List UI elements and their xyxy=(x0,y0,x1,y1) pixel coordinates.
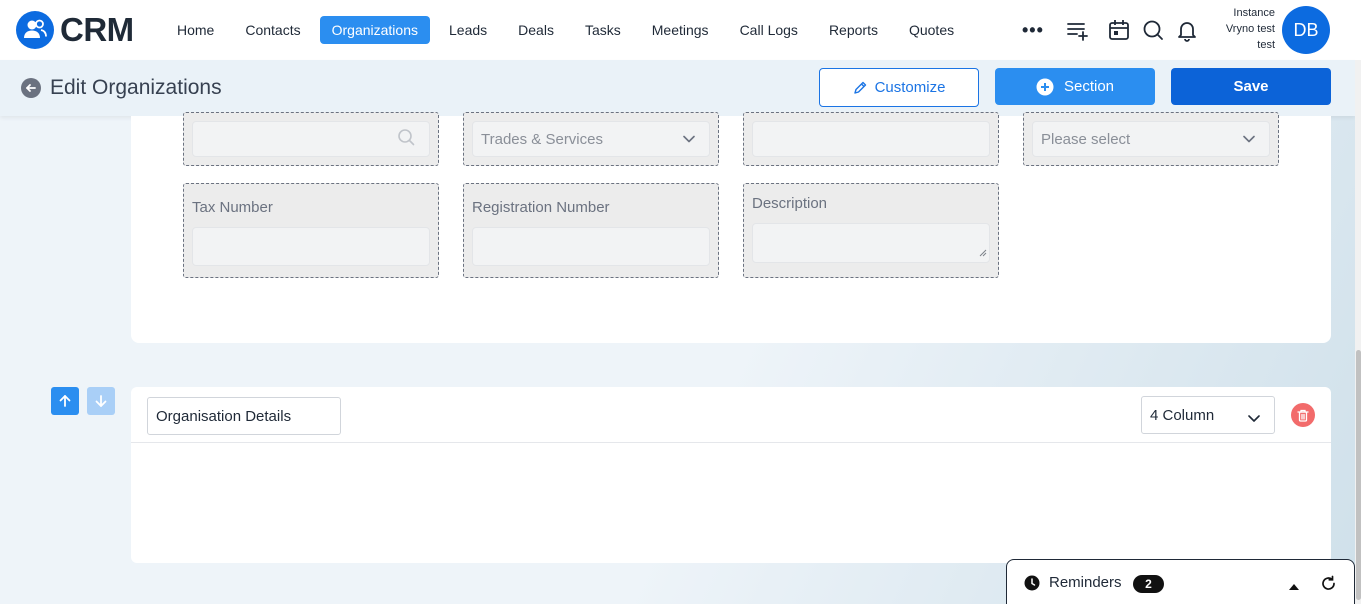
nav-tasks[interactable]: Tasks xyxy=(573,16,633,44)
reminders-label: Reminders xyxy=(1049,574,1122,591)
tax-number-input[interactable] xyxy=(192,227,430,266)
section-header: Organisation Details 4 Column xyxy=(131,387,1331,443)
chevron-down-icon xyxy=(683,131,695,148)
chevron-down-icon xyxy=(1248,410,1260,427)
move-down-button[interactable] xyxy=(87,387,115,415)
caret-up-icon[interactable] xyxy=(1288,578,1300,596)
plus-circle-icon xyxy=(1036,78,1054,95)
nav-leads[interactable]: Leads xyxy=(437,16,499,44)
bell-icon[interactable] xyxy=(1175,18,1199,42)
clock-icon xyxy=(1024,575,1040,596)
tax-number-field[interactable]: Tax Number xyxy=(183,183,439,278)
description-textarea[interactable] xyxy=(752,223,990,263)
registration-number-label: Registration Number xyxy=(472,199,610,216)
page-title: Edit Organizations xyxy=(50,76,222,99)
please-select-value: Please select xyxy=(1041,130,1131,148)
nav-contacts[interactable]: Contacts xyxy=(233,16,312,44)
registration-number-field[interactable]: Registration Number xyxy=(463,183,719,278)
refresh-icon[interactable] xyxy=(1320,575,1337,597)
field-box[interactable] xyxy=(743,112,999,166)
field-box[interactable]: Please select xyxy=(1023,112,1279,166)
reminders-count-badge: 2 xyxy=(1133,575,1164,593)
calendar-icon[interactable] xyxy=(1107,18,1131,42)
section-label: Section xyxy=(1063,78,1115,95)
text-input[interactable] xyxy=(752,121,990,157)
instance-line-1: Instance xyxy=(1233,7,1275,19)
logo-text: CRM xyxy=(60,11,134,48)
description-label: Description xyxy=(752,195,828,212)
customize-button[interactable]: Customize xyxy=(819,68,979,107)
instance-line-3: test xyxy=(1257,39,1275,51)
top-navbar: CRM Home Contacts Organizations Leads De… xyxy=(0,0,1361,60)
nav-deals[interactable]: Deals xyxy=(506,16,566,44)
column-count-select[interactable]: 4 Column xyxy=(1141,396,1275,434)
industry-value: Trades & Services xyxy=(481,130,603,148)
main-nav: Home Contacts Organizations Leads Deals … xyxy=(165,16,973,44)
section-card: Organisation Details 4 Column xyxy=(131,387,1331,563)
user-avatar[interactable]: DB xyxy=(1282,6,1330,54)
nav-reports[interactable]: Reports xyxy=(817,16,890,44)
field-box[interactable]: Trades & Services xyxy=(463,112,719,166)
field-box[interactable] xyxy=(183,112,439,166)
arrow-up-icon xyxy=(59,395,71,407)
instance-info: Instance Vryno test test xyxy=(1205,5,1275,53)
trash-icon xyxy=(1297,409,1309,422)
chevron-down-icon xyxy=(1243,131,1255,148)
description-field[interactable]: Description xyxy=(743,183,999,278)
save-button[interactable]: Save xyxy=(1171,68,1331,105)
pencil-icon xyxy=(853,81,866,94)
back-icon[interactable] xyxy=(21,78,41,98)
please-select-dropdown[interactable]: Please select xyxy=(1032,121,1270,157)
arrow-down-icon xyxy=(95,395,107,407)
tax-number-label: Tax Number xyxy=(192,199,273,216)
nav-meetings[interactable]: Meetings xyxy=(640,16,721,44)
crm-logo[interactable]: CRM xyxy=(16,11,134,49)
lookup-input[interactable] xyxy=(192,121,430,157)
customize-label: Customize xyxy=(874,79,946,96)
add-section-button[interactable]: Section xyxy=(995,68,1155,105)
industry-select[interactable]: Trades & Services xyxy=(472,121,710,157)
instance-line-2: Vryno test xyxy=(1225,23,1275,35)
reminders-panel[interactable]: Reminders 2 xyxy=(1006,559,1355,604)
nav-quotes[interactable]: Quotes xyxy=(897,16,966,44)
page-header: Edit Organizations Customize Section Sav… xyxy=(0,60,1355,116)
scrollbar-thumb[interactable] xyxy=(1356,350,1361,600)
search-icon[interactable] xyxy=(1141,18,1165,42)
column-count-value: 4 Column xyxy=(1150,406,1215,424)
registration-number-input[interactable] xyxy=(472,227,710,266)
delete-section-button[interactable] xyxy=(1291,403,1315,427)
section-card: Trades & Services Please select Tax Numb… xyxy=(131,112,1331,343)
quick-create-icon[interactable] xyxy=(1065,18,1089,42)
users-logo-icon xyxy=(16,11,54,49)
nav-home[interactable]: Home xyxy=(165,16,226,44)
nav-call-logs[interactable]: Call Logs xyxy=(728,16,810,44)
resize-handle-icon[interactable] xyxy=(979,244,987,261)
section-name-input[interactable]: Organisation Details xyxy=(147,397,341,435)
search-icon xyxy=(397,128,415,150)
move-up-button[interactable] xyxy=(51,387,79,415)
more-dots-icon[interactable]: ••• xyxy=(1022,20,1044,41)
nav-organizations[interactable]: Organizations xyxy=(319,16,430,44)
